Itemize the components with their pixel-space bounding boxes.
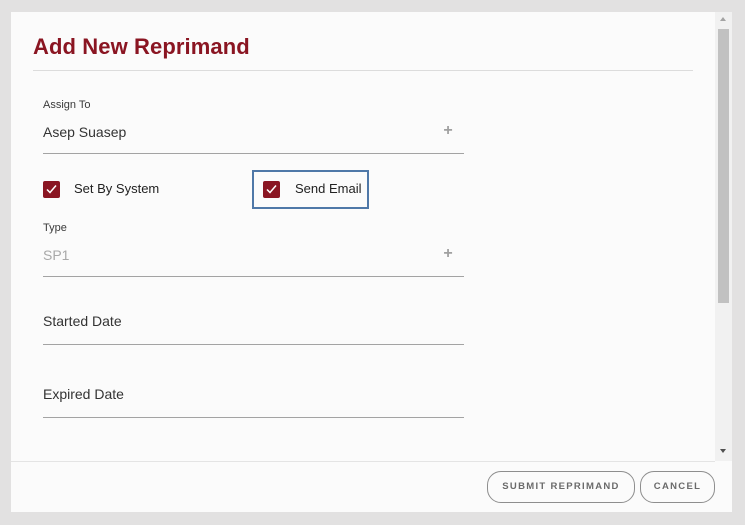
scroll-down-arrow-icon[interactable] <box>720 449 726 453</box>
dialog-title: Add New Reprimand <box>33 34 250 59</box>
set-by-system-checkbox[interactable] <box>43 181 60 198</box>
send-email-checkbox[interactable] <box>263 181 280 198</box>
plus-icon[interactable]: + <box>441 123 455 139</box>
expired-date-field[interactable]: Expired Date <box>43 386 124 402</box>
title-divider <box>33 70 693 71</box>
scrollbar-thumb[interactable] <box>718 29 729 303</box>
scroll-up-arrow-icon[interactable] <box>720 17 726 21</box>
started-date-field[interactable]: Started Date <box>43 313 122 329</box>
expired-date-underline <box>43 417 464 418</box>
checkmark-icon <box>266 185 277 194</box>
add-reprimand-dialog: Add New Reprimand Assign To Asep Suasep … <box>11 12 732 512</box>
assign-to-label: Assign To <box>43 99 91 111</box>
submit-reprimand-button[interactable]: SUBMIT REPRIMAND <box>487 471 635 503</box>
set-by-system-label[interactable]: Set By System <box>74 181 159 196</box>
type-underline <box>43 276 464 277</box>
scrollbar[interactable] <box>715 12 732 461</box>
type-label: Type <box>43 222 67 234</box>
plus-icon[interactable]: + <box>441 246 455 262</box>
assign-to-underline <box>43 153 464 154</box>
assign-to-value[interactable]: Asep Suasep <box>43 124 126 140</box>
send-email-label[interactable]: Send Email <box>295 181 361 196</box>
cancel-button[interactable]: CANCEL <box>640 471 715 503</box>
footer-divider <box>11 461 715 462</box>
checkmark-icon <box>46 185 57 194</box>
started-date-underline <box>43 344 464 345</box>
type-value[interactable]: SP1 <box>43 247 69 263</box>
